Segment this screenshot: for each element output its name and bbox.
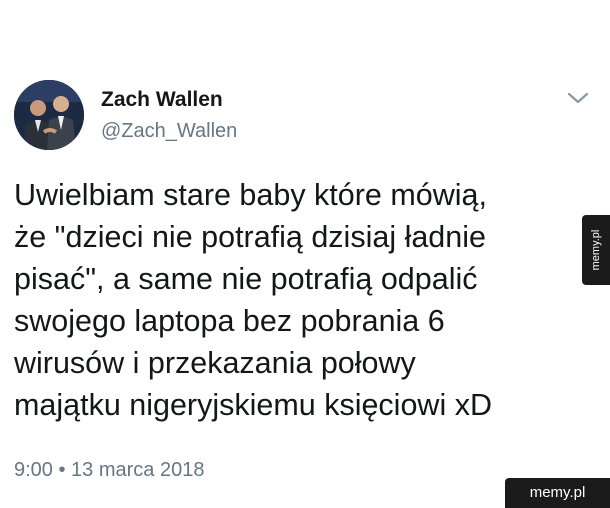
- tweet-text-line: majątku nigeryjskiemu księciowi xD: [14, 388, 492, 422]
- watermark-side-text: memy.pl: [590, 229, 602, 271]
- tweet-text-line: Uwielbiam stare baby które mówią,: [14, 178, 487, 212]
- avatar-photo: [14, 80, 84, 150]
- author-name[interactable]: Zach Wallen: [101, 88, 223, 112]
- watermark-corner: memy.pl: [505, 478, 610, 508]
- avatar[interactable]: [14, 80, 84, 150]
- tweet-text: Uwielbiam stare baby które mówią, że "dz…: [14, 174, 584, 426]
- tweet-card: Zach Wallen @Zach_Wallen Uwielbiam stare…: [0, 0, 610, 508]
- tweet-text-line: swojego laptopa bez pobrania 6: [14, 304, 445, 338]
- chevron-down-icon[interactable]: [566, 90, 590, 106]
- tweet-timestamp[interactable]: 9:00 • 13 marca 2018: [14, 459, 204, 482]
- watermark-side: memy.pl: [582, 215, 610, 285]
- author-handle[interactable]: @Zach_Wallen: [101, 120, 237, 143]
- tweet-text-line: że "dzieci nie potrafią dzisiaj ładnie: [14, 220, 486, 254]
- tweet-text-line: wirusów i przekazania połowy: [14, 346, 416, 380]
- tweet-text-line: pisać", a same nie potrafią odpalić: [14, 262, 478, 296]
